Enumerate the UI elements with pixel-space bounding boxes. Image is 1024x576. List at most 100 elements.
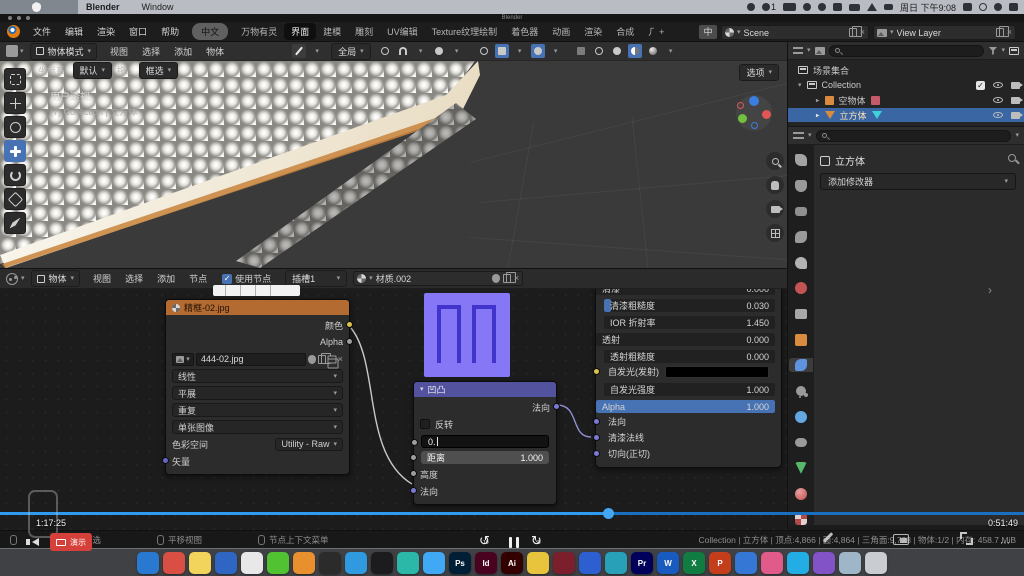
strength-input-socket[interactable] (411, 439, 418, 446)
extension-dropdown[interactable]: 重复 ▾ (172, 403, 343, 417)
status-icon[interactable] (803, 3, 811, 11)
emission-color-swatch[interactable] (665, 366, 769, 378)
workspace-tab[interactable]: 几何节点 (641, 23, 654, 40)
principled-bsdf-node[interactable]: 清漆 0.000 清漆粗糙度 0.030 IOR 折射率 (595, 268, 782, 468)
input-socket[interactable] (593, 450, 600, 457)
input-source-icon[interactable] (963, 3, 972, 11)
bsdf-input-slider[interactable]: 自发光强度 1.000 (604, 383, 775, 396)
pivot-point-button[interactable] (378, 44, 392, 58)
dock-app-icon[interactable] (189, 552, 211, 574)
overlays-toggle[interactable] (531, 44, 545, 58)
chevron-down-icon[interactable]: ▾ (808, 132, 812, 139)
video-progress-handle[interactable] (603, 508, 614, 519)
bsdf-input-slider[interactable]: 清漆粗糙度 0.030 (604, 299, 775, 312)
bump-node[interactable]: ▾ 凹凸 法向 反转 0. 距离 1.000 高度 (413, 381, 557, 505)
shading-material-button[interactable] (628, 44, 642, 58)
viewport-menu-item[interactable]: 视图 (103, 45, 135, 58)
editor-type-icon[interactable] (793, 46, 803, 55)
properties-tab[interactable] (789, 410, 813, 424)
speaker-icon[interactable] (26, 539, 30, 545)
collection-checkbox[interactable]: ✓ (976, 81, 985, 90)
view-layer-selector[interactable]: ▾ View Layer × (873, 25, 1016, 40)
snap-magnet-button[interactable] (396, 44, 410, 58)
dock-app-icon[interactable]: Pr (631, 552, 653, 574)
copy-image-icon[interactable] (318, 355, 326, 364)
dock-app-icon[interactable]: X (683, 552, 705, 574)
scene-collection-label[interactable]: 场景集合 (813, 64, 849, 77)
zoom-button[interactable] (766, 152, 784, 170)
camera-view-button[interactable] (766, 200, 784, 218)
viewport-tool-button[interactable] (4, 212, 26, 234)
topbar-menu-item[interactable]: 窗口 (122, 25, 154, 38)
battery-icon[interactable] (783, 3, 796, 11)
pan-button[interactable] (766, 176, 784, 194)
more-options-icon[interactable]: ⋯ (1000, 538, 1012, 549)
transform-orientation-selector[interactable]: 全局 ▾ (331, 43, 371, 60)
collection-label[interactable]: Collection (822, 80, 862, 90)
pause-button[interactable] (507, 537, 521, 550)
shader-menu-item[interactable]: 节点 (182, 272, 214, 285)
shading-solid-button[interactable] (610, 44, 624, 58)
new-view-layer-icon[interactable] (996, 28, 1004, 37)
orientation-default-dropdown[interactable]: 默认 ▾ (73, 62, 113, 79)
filter-icon[interactable] (988, 47, 997, 55)
chevron-down-icon[interactable]: ▾ (1015, 132, 1019, 139)
dock-app-icon[interactable] (787, 552, 809, 574)
chevron-down-icon[interactable]: ▾ (807, 47, 811, 54)
viewport-menu-item[interactable]: 物体 (199, 45, 231, 58)
shader-mode-selector[interactable]: 物体 ▾ (31, 270, 81, 287)
shader-menu-item[interactable]: 选择 (118, 272, 150, 285)
eject-icon[interactable] (884, 4, 893, 10)
shading-rendered-button[interactable] (646, 44, 660, 58)
dock-app-icon[interactable]: Ai (501, 552, 523, 574)
viewport-tool-button[interactable] (4, 68, 26, 90)
snap-dropdown[interactable]: ▾ (414, 44, 428, 58)
viewport-3d[interactable]: ▾ 物体模式 ▾ 视图选择添加物体 ▾ 全局 ▾ ▾ ▾ (0, 42, 788, 268)
dock-app-icon[interactable] (423, 552, 445, 574)
viewport-tool-button[interactable] (4, 116, 26, 138)
sidebar-chevron-icon[interactable]: › (988, 283, 992, 297)
dock-app-icon[interactable]: W (657, 552, 679, 574)
material-name[interactable]: 材质.002 (376, 272, 489, 285)
workspace-tab[interactable]: 万物有灵 (234, 23, 284, 40)
dock-app-icon[interactable] (553, 552, 575, 574)
properties-tab[interactable] (789, 384, 813, 398)
gizmo-z-axis[interactable] (749, 96, 759, 106)
vector-input-socket[interactable] (162, 457, 169, 464)
color-output-socket[interactable] (346, 321, 353, 328)
chevron-down-icon[interactable]: ▾ (369, 275, 373, 282)
outliner-search-input[interactable] (829, 45, 985, 57)
bsdf-socket-row[interactable]: 切向(正切) (602, 446, 775, 461)
scene-selector[interactable]: ▾ Scene × (721, 25, 869, 40)
shader-editor[interactable]: ▾ 物体 ▾ 视图选择添加节点 ✓ 使用节点 插槽1 ▾ ▾ 材质.002 × (0, 268, 788, 530)
blender-logo-icon[interactable] (7, 25, 20, 38)
dock-app-icon[interactable]: P (709, 552, 731, 574)
chevron-down-icon[interactable]: ▾ (20, 48, 24, 55)
dock-app-icon[interactable] (345, 552, 367, 574)
properties-tab[interactable] (789, 307, 813, 321)
visibility-dropdown[interactable] (477, 44, 491, 58)
image-node-header[interactable]: 精框-02.jpg (166, 300, 349, 315)
gizmos-toggle[interactable] (495, 44, 509, 58)
menubar-clock[interactable]: 周日 下午9:08 (900, 1, 956, 14)
navigation-gizmo[interactable] (736, 95, 772, 131)
normal-output-socket[interactable] (553, 403, 560, 410)
properties-tab[interactable] (789, 281, 813, 295)
properties-search-input[interactable] (816, 130, 1012, 142)
new-collection-icon[interactable] (1009, 47, 1019, 55)
picture-in-picture-icon[interactable] (893, 534, 909, 545)
new-scene-icon[interactable] (849, 28, 857, 37)
bsdf-input-slider[interactable]: 透射 0.000 (596, 333, 775, 346)
dock-app-icon[interactable] (397, 552, 419, 574)
properties-tab[interactable] (789, 358, 813, 372)
workspace-tab[interactable]: 渲染 (577, 23, 609, 40)
properties-tab[interactable] (789, 230, 813, 244)
options-dropdown[interactable]: 选项 ▾ (739, 64, 779, 81)
unlink-image-icon[interactable]: × (338, 355, 343, 364)
bump-node-header[interactable]: ▾ 凹凸 (414, 382, 556, 397)
topbar-menu-item[interactable]: 编辑 (58, 25, 90, 38)
bsdf-socket-row[interactable]: 清漆法线 (602, 430, 775, 445)
dock-app-icon[interactable] (735, 552, 757, 574)
gizmos-dropdown[interactable]: ▾ (513, 44, 527, 58)
properties-tab[interactable] (789, 256, 813, 270)
